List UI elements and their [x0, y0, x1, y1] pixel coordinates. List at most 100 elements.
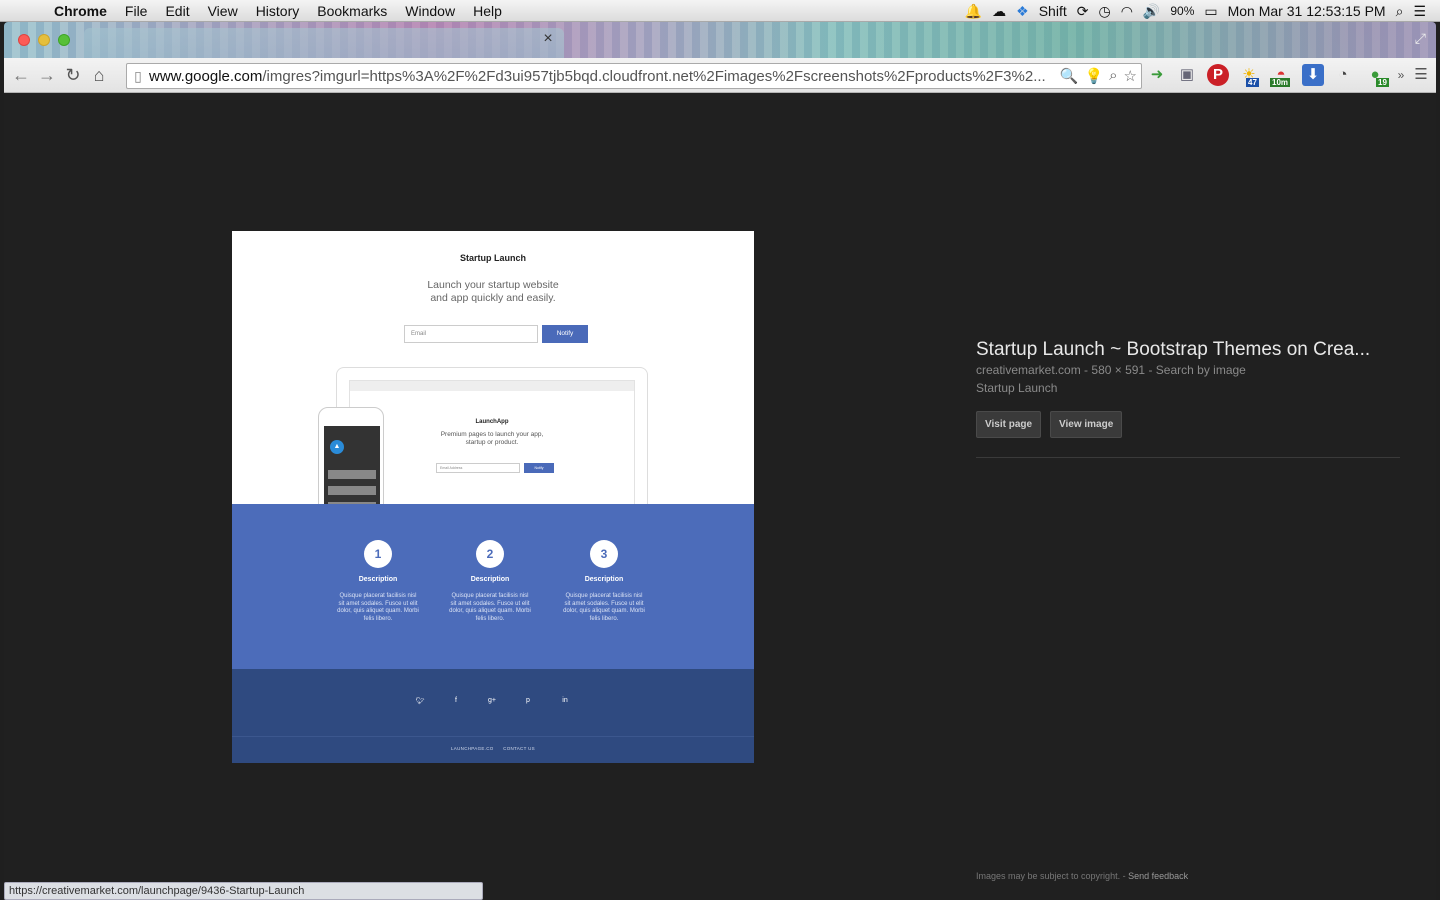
search-by-image-link[interactable]: Search by image [1156, 363, 1246, 377]
fullscreen-icon[interactable]: ⤢ [1415, 30, 1426, 47]
search-by-image-icon[interactable]: 🔍 [1060, 67, 1079, 85]
pinterest-small-icon: p [526, 697, 530, 704]
facebook-icon: f [455, 697, 457, 704]
dropbox-icon[interactable]: ❖ [1016, 3, 1029, 20]
preview-steps-section: 1 Description Quisque placerat facilisis… [232, 504, 754, 669]
preview-footer: 🐦︎ f g+ p in LAUNCHPAGE.CO CONTACT US [232, 669, 754, 763]
copyright-notice: Images may be subject to copyright. - Se… [976, 871, 1188, 881]
twitter-icon: 🐦︎ [415, 698, 425, 705]
step-1: 1 Description Quisque placerat facilisis… [330, 540, 426, 623]
back-icon[interactable]: ← [8, 62, 34, 88]
result-site: creativemarket.com [976, 363, 1081, 377]
weather-badge: 47 [1246, 78, 1259, 87]
evernote-badge: 19 [1376, 78, 1389, 87]
inner-title: LaunchApp [475, 419, 509, 425]
shift-label[interactable]: Shift [1039, 3, 1067, 19]
step-description: Quisque placerat facilisis nisl sit amet… [563, 593, 645, 622]
cloud-icon[interactable]: ☁ [992, 3, 1006, 20]
macos-menu-bar: Chrome File Edit View History Bookmarks … [0, 0, 1440, 22]
forward-icon[interactable]: → [34, 62, 60, 88]
step-number: 2 [476, 540, 504, 568]
view-image-button[interactable]: View image [1050, 411, 1123, 438]
menu-app-name[interactable]: Chrome [54, 3, 107, 19]
volume-icon[interactable]: 🔊 [1143, 3, 1160, 20]
address-bar[interactable]: ▯ www.google.com/imgres?imgurl=https%3A%… [126, 63, 1142, 89]
pinterest-icon[interactable]: P [1207, 64, 1229, 86]
url-host: www.google.com [149, 67, 263, 85]
footer-link: LAUNCHPAGE.CO [451, 746, 494, 751]
step-label: Description [584, 576, 624, 583]
extension-window-icon[interactable]: ▣ [1176, 64, 1198, 86]
address-bar-icons: 🔍 💡 ⌕ ☆ [1060, 67, 1137, 85]
battery-icon[interactable]: ▭ [1204, 3, 1217, 20]
step-3: 3 Description Quisque placerat facilisis… [556, 540, 652, 623]
zoom-icon[interactable]: ⌕ [1109, 67, 1117, 85]
info-divider [976, 457, 1400, 458]
footer-divider [232, 736, 754, 737]
phone-row [328, 486, 376, 495]
page-icon: ▯ [134, 67, 142, 84]
laptop-screen: LaunchApp Premium pages to launch your a… [349, 380, 635, 510]
wifi-icon[interactable]: ◠ [1121, 3, 1133, 20]
menu-help[interactable]: Help [473, 3, 502, 19]
notification-center-icon[interactable]: ☰ [1413, 3, 1426, 20]
extensions-overflow-icon[interactable]: » [1390, 64, 1412, 86]
menu-history[interactable]: History [256, 3, 300, 19]
status-bar-url: https://creativemarket.com/launchpage/94… [4, 882, 483, 900]
send-feedback-link[interactable]: Send feedback [1128, 871, 1188, 881]
tab-close-icon[interactable]: × [539, 30, 557, 48]
step-label: Description [358, 576, 398, 583]
copyright-text: Images may be subject to copyright. [976, 871, 1121, 881]
notification-bell-icon[interactable]: 🔔 [965, 3, 982, 20]
preview-email-field: Email [404, 325, 538, 343]
google-plus-icon: g+ [488, 697, 496, 704]
url-path: /imgres?imgurl=https%3A%2F%2Fd3ui957tjb5… [262, 67, 1045, 85]
inner-subtitle-line1: Premium pages to launch your app, [440, 431, 544, 438]
inner-notify-button: Notify [524, 463, 554, 473]
inner-subtitle: Premium pages to launch your app, startu… [350, 431, 634, 447]
lightbulb-icon[interactable]: 💡 [1084, 67, 1103, 85]
extension-arrow-icon[interactable]: ➜ [1146, 64, 1168, 86]
result-dimensions: 580 × 591 [1091, 363, 1146, 377]
menu-bookmarks[interactable]: Bookmarks [317, 3, 387, 19]
menu-edit[interactable]: Edit [165, 3, 189, 19]
battery-percent[interactable]: 90% [1170, 4, 1194, 18]
footer-links: LAUNCHPAGE.CO CONTACT US [232, 746, 754, 751]
menu-bar-status-area: 🔔 ☁ ❖ Shift ⟳ ◷ ◠ 🔊 90% ▭ Mon Mar 31 12:… [965, 0, 1440, 22]
step-2: 2 Description Quisque placerat facilisis… [442, 540, 538, 623]
menu-bar-clock[interactable]: Mon Mar 31 12:53:15 PM [1228, 3, 1386, 19]
chrome-toolbar: ← → ↻ ⌂ ▯ www.google.com/imgres?imgurl=h… [4, 58, 1436, 93]
reload-icon[interactable]: ↻ [60, 62, 86, 88]
active-tab[interactable] [84, 28, 564, 58]
window-close-button[interactable] [18, 34, 30, 46]
result-title[interactable]: Startup Launch ~ Bootstrap Themes on Cre… [976, 339, 1406, 361]
menu-window[interactable]: Window [405, 3, 455, 19]
spotlight-search-icon[interactable]: ⌕ [1396, 3, 1404, 20]
clock-extension-icon[interactable]: ◔ [1332, 64, 1354, 86]
visit-page-button[interactable]: Visit page [976, 411, 1042, 438]
window-zoom-button[interactable] [58, 34, 70, 46]
step-number: 3 [590, 540, 618, 568]
inner-subtitle-line2: startup or product. [465, 439, 519, 446]
inner-email-field: Email Address [436, 463, 520, 473]
menu-view[interactable]: View [208, 3, 238, 19]
address-url[interactable]: www.google.com/imgres?imgurl=https%3A%2F… [149, 68, 1045, 85]
window-minimize-button[interactable] [38, 34, 50, 46]
preview-title: Startup Launch [459, 253, 526, 263]
image-viewer-content: Startup Launch Launch your startup websi… [4, 93, 1436, 900]
step-label: Description [470, 576, 510, 583]
preview-subtitle: Launch your startup website and app quic… [232, 279, 754, 305]
menu-file[interactable]: File [125, 3, 148, 19]
download-icon[interactable]: ⬇ [1302, 64, 1324, 86]
time-machine-icon[interactable]: ◷ [1098, 3, 1110, 20]
timer-badge: 10m [1270, 78, 1291, 87]
bookmark-star-icon[interactable]: ☆ [1124, 67, 1137, 85]
image-preview[interactable]: Startup Launch Launch your startup websi… [232, 231, 754, 763]
preview-subtitle-line2: and app quickly and easily. [430, 292, 556, 304]
step-number: 1 [364, 540, 392, 568]
preview-phone-mockup: ▲ [318, 407, 384, 518]
preview-subtitle-line1: Launch your startup website [427, 279, 559, 291]
chrome-menu-icon[interactable]: ☰ [1410, 64, 1432, 86]
home-icon[interactable]: ⌂ [86, 62, 112, 88]
sync-icon[interactable]: ⟳ [1077, 3, 1089, 20]
